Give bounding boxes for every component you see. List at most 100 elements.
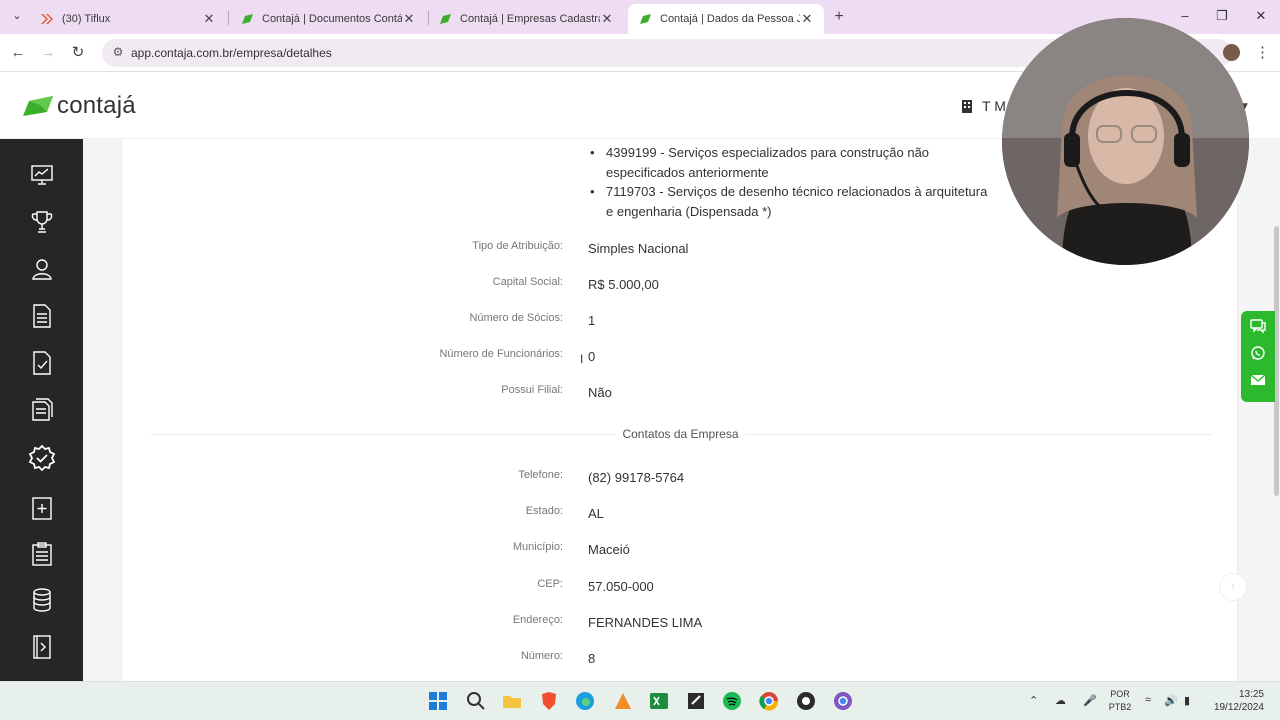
contaja-favicon-icon [242,14,253,24]
municipio-label: Município: [512,541,563,553]
close-window-icon[interactable]: ✕ [1251,8,1271,24]
estado-value: AL [588,506,604,521]
tab-close-icon[interactable]: ✕ [800,11,814,27]
tab-close-icon[interactable]: ✕ [600,11,614,27]
language-code: POR [1110,689,1130,699]
chart-board-icon [31,165,53,185]
forward-arrow-icon[interactable]: → [38,43,58,63]
language-indicator[interactable]: POR PTB2 [1108,688,1132,714]
verified-gear-icon [28,444,56,472]
logo-wordmark: contajá [57,92,136,119]
tab-close-icon[interactable]: ✕ [402,11,416,27]
restore-window-icon[interactable]: ❐ [1212,8,1232,24]
trophy-icon [31,211,53,233]
contaja-favicon-icon [640,14,651,24]
spotify-icon[interactable] [721,690,743,712]
sidebar-item-users[interactable] [28,255,56,283]
contacts-section-title-text: Contatos da Empresa [616,427,745,441]
battery-icon[interactable]: ▮ [1184,694,1190,707]
chrome-icon[interactable] [758,690,780,712]
keyboard-layout: PTB2 [1108,702,1132,712]
tab-title: Contajá | Empresas Cadastradas [460,13,600,25]
document-icon [33,304,51,328]
sidebar-item-finance[interactable] [28,586,56,614]
municipio-value: Maceió [588,542,630,557]
contacts-section-title: Contatos da Empresa [122,427,1239,441]
volume-icon[interactable]: 🔊 [1164,694,1178,707]
sidebar-item-files[interactable] [28,396,56,424]
add-document-icon [32,497,52,520]
contaja-logo[interactable]: contajá [22,92,136,120]
sidebar-item-documents[interactable] [28,302,56,330]
file-explorer-icon[interactable] [501,690,523,712]
address-url: app.contaja.com.br/empresa/detalhes [131,46,332,60]
numero-label: Número: [520,650,563,662]
possui-filial-value: Não [588,385,612,400]
wifi-icon[interactable]: ≈ [1145,694,1151,706]
endereco-label: Endereço: [512,614,563,626]
browser-tab-dados-pessoa-juridica[interactable]: Contajá | Dados da Pessoa Juríd ✕ [628,4,824,34]
system-clock[interactable]: 13:25 19/12/2024 [1208,688,1264,714]
site-settings-icon[interactable]: ⚙ [110,45,126,61]
windows-start-icon[interactable] [427,690,449,712]
user-icon [32,259,52,280]
app-launcher-icon[interactable] [612,690,634,712]
contaja-logo-icon [23,96,53,116]
sidebar-item-goals[interactable] [28,208,56,236]
sidebar-item-notes[interactable] [28,633,56,661]
sidebar-item-checklist[interactable] [28,349,56,377]
browser-tab-tiflux[interactable]: (30) Tiflux ✕ [30,4,226,34]
scroll-to-top-button[interactable]: ↑ [1219,573,1247,601]
browser-tab-empresas[interactable]: Contajá | Empresas Cadastradas ✕ [428,4,624,34]
whatsapp-icon[interactable] [1250,345,1266,361]
numero-funcionarios-value: 0 [588,349,596,364]
capital-social-value: R$ 5.000,00 [588,277,659,292]
cep-value: 57.050-000 [588,579,654,594]
notebook-icon [33,635,51,659]
cnae-item: 4399199 - Serviços especializados para c… [588,143,988,182]
edge-browser-icon[interactable] [574,690,596,712]
company-selector[interactable]: T M [960,98,1006,114]
numero-socios-value: 1 [588,313,596,328]
onedrive-icon[interactable]: ☁ [1055,694,1066,707]
coins-icon [33,588,51,612]
browser-menu-icon[interactable]: ⋮ [1255,43,1270,61]
tab-close-icon[interactable]: ✕ [202,11,216,27]
reload-icon[interactable]: ↻ [68,43,88,63]
sidebar-item-add[interactable] [28,494,56,522]
estado-label: Estado: [525,505,563,517]
tab-search-chevron-icon[interactable]: ⌄ [8,9,26,25]
github-desktop-icon[interactable] [795,690,817,712]
tab-title: (30) Tiflux [62,13,111,25]
presenter-video-image [1002,18,1249,265]
chat-icon[interactable] [1250,318,1266,334]
sidebar [0,139,83,681]
endereco-value: FERNANDES LIMA [588,615,703,630]
minimize-window-icon[interactable]: – [1175,8,1195,23]
sidebar-item-clipboard[interactable] [28,540,56,568]
tray-overflow-icon[interactable]: ⌃ [1029,694,1038,707]
checked-document-icon [33,351,51,375]
new-tab-button[interactable]: + [830,8,848,26]
contaja-favicon-icon [440,14,451,24]
telefone-value: (82) 99178-5764 [588,470,685,485]
profile-avatar[interactable] [1223,44,1240,61]
chrome-profile-icon[interactable] [832,690,854,712]
clock-date: 19/12/2024 [1213,702,1264,713]
sidebar-item-company-settings[interactable] [28,444,56,472]
email-icon[interactable] [1250,372,1266,388]
back-arrow-icon[interactable]: ← [8,43,28,63]
tipo-atribuicao-value: Simples Nacional [588,241,689,256]
browser-tab-documentos[interactable]: Contajá | Documentos Contábe ✕ [230,4,426,34]
numero-socios-label: Número de Sócios: [469,312,563,324]
notes-app-icon[interactable] [685,690,707,712]
brave-browser-icon[interactable] [538,690,560,712]
microphone-icon[interactable]: 🎤 [1083,694,1097,707]
search-icon[interactable] [465,690,487,712]
building-icon [962,100,972,113]
spreadsheet-app-icon[interactable] [648,690,670,712]
tab-title: Contajá | Documentos Contábe [262,13,402,25]
clock-time: 13:25 [1238,689,1264,700]
sidebar-item-dashboard[interactable] [28,161,56,189]
cnae-item: 7119703 - Serviços de desenho técnico re… [588,182,988,221]
